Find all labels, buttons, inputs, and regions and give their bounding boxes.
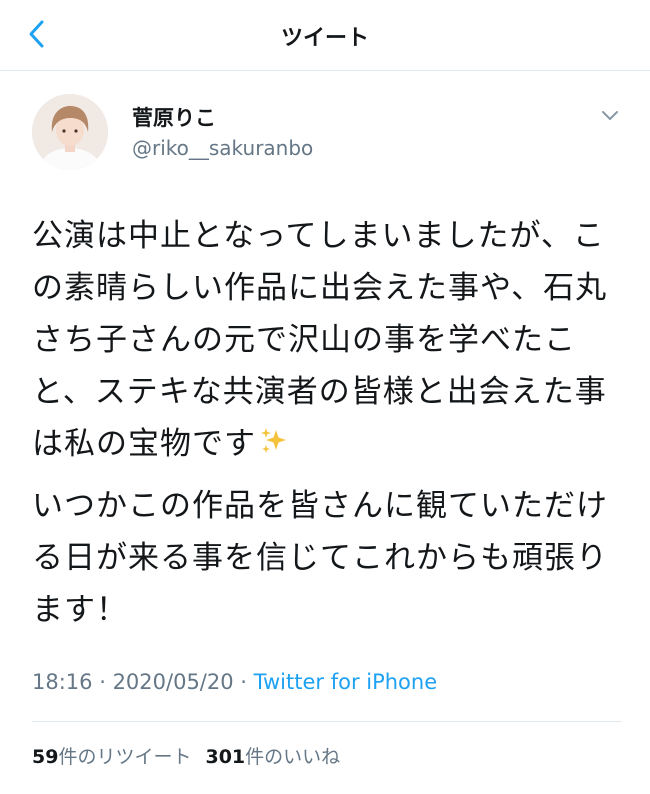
avatar[interactable]: [32, 94, 108, 170]
meta-separator: ·: [92, 670, 113, 694]
retweets-label: 件のリツイート: [58, 746, 192, 768]
tweet-paragraph: いつかこの作品を皆さんに観ていただける日が来る事を信じてこれからも頑張ります！: [32, 487, 608, 628]
chevron-down-icon: [602, 111, 618, 120]
retweets-count: 59: [32, 746, 59, 768]
divider: [32, 721, 622, 722]
meta-separator: ·: [233, 670, 254, 694]
retweets-stat[interactable]: 59件のリツイート: [32, 746, 191, 768]
tweet-source-link[interactable]: Twitter for iPhone: [254, 670, 438, 694]
avatar-photo: [32, 94, 108, 170]
sparkles-icon: [258, 420, 288, 472]
tweet-stats: 59件のリツイート 301件のいいね: [32, 742, 340, 769]
page-title: ツイート: [280, 26, 369, 51]
tweet-text: 公演は中止となってしまいましたが、この素晴らしい作品に出会えた事や、石丸さち子さ…: [32, 210, 622, 636]
tweet-meta: 18:16 · 2020/05/20 · Twitter for iPhone: [32, 670, 437, 694]
tweet-date[interactable]: 2020/05/20: [113, 670, 234, 694]
tweet-paragraph: 公演は中止となってしまいましたが、この素晴らしい作品に出会えた事や、石丸さち子さ…: [32, 210, 622, 472]
tweet-paragraph-text: 公演は中止となってしまいましたが、この素晴らしい作品に出会えた事や、石丸さち子さ…: [32, 218, 608, 462]
tweet-time[interactable]: 18:16: [32, 670, 93, 694]
author-handle[interactable]: @riko__sakuranbo: [132, 136, 313, 160]
tweet-menu-button[interactable]: [598, 104, 622, 128]
author-display-name[interactable]: 菅原りこ: [132, 102, 216, 132]
likes-label: 件のいいね: [245, 746, 341, 768]
top-nav-bar: ツイート: [0, 0, 650, 71]
tweet-author: 菅原りこ @riko__sakuranbo: [32, 94, 622, 174]
likes-count: 301: [205, 746, 246, 768]
likes-stat[interactable]: 301件のいいね: [205, 746, 340, 768]
